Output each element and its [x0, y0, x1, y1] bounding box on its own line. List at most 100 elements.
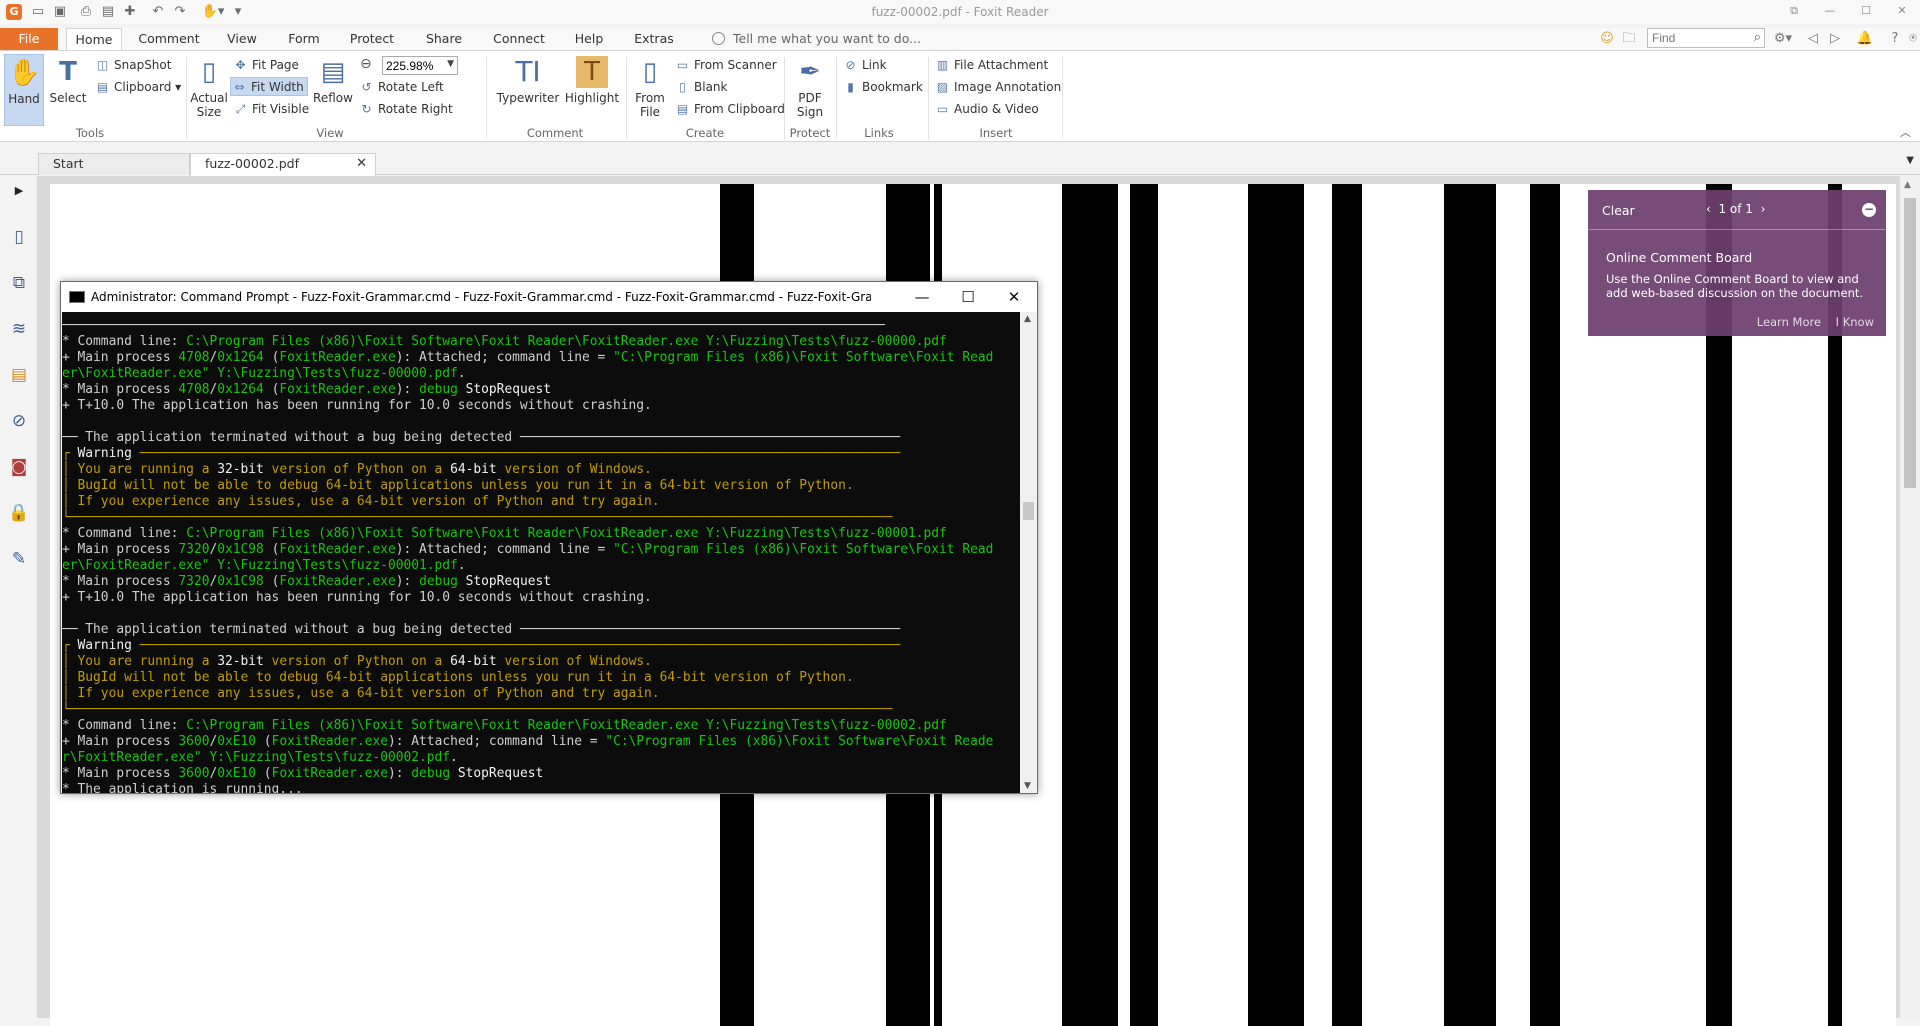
minimize-button[interactable]: — — [1818, 0, 1842, 24]
restore-layout-icon[interactable]: ⧉ — [1782, 0, 1806, 24]
pdf-sign-button[interactable]: ✒ PDF Sign — [788, 54, 832, 126]
settings-icon[interactable]: ⚙▾ — [1772, 30, 1794, 48]
zoom-out-icon[interactable]: ⊖ — [360, 56, 372, 72]
console-text: C:\Program Files (x86)\Foxit Software\Fo… — [186, 334, 947, 349]
page-stripe — [1332, 184, 1362, 1026]
hand-label: Hand — [8, 92, 40, 106]
rotate-left-button[interactable]: ↺ Rotate Left — [358, 78, 443, 97]
scroll-up-icon[interactable]: ▲ — [1904, 180, 1911, 190]
comments-panel-icon[interactable]: ▤ — [8, 364, 30, 386]
i-know-link[interactable]: I Know — [1836, 315, 1874, 329]
console-text: * Main process — [62, 766, 179, 781]
page-stripe — [1062, 184, 1118, 1026]
cmd-scroll-down-icon[interactable]: ▼ — [1024, 781, 1031, 791]
next-page-icon[interactable]: › — [1761, 202, 1766, 216]
find-input[interactable] — [1648, 29, 1744, 47]
tab-protect[interactable]: Protect — [342, 28, 402, 50]
rotate-right-button[interactable]: ↻ Rotate Right — [358, 100, 452, 119]
next-result-icon[interactable]: ▷ — [1826, 30, 1844, 48]
find-folder-icon[interactable]: 🗀 — [1620, 30, 1638, 48]
learn-more-link[interactable]: Learn More — [1757, 315, 1821, 329]
tab-share[interactable]: Share — [416, 28, 472, 50]
signatures-panel-icon[interactable]: ◙ — [8, 456, 30, 478]
smiley-icon[interactable]: ☺ — [1598, 30, 1616, 48]
collapse-ribbon-icon[interactable]: ︿ — [1900, 124, 1911, 140]
minimize-board-icon[interactable]: − — [1862, 203, 1876, 217]
tab-connect[interactable]: Connect — [486, 28, 552, 50]
clear-button[interactable]: Clear — [1602, 203, 1635, 218]
tool-panel-icon[interactable]: ✎ — [8, 548, 30, 570]
fit-visible-button[interactable]: ⤢ Fit Visible — [232, 100, 309, 119]
tab-comment[interactable]: Comment — [134, 28, 204, 50]
attachments-panel-icon[interactable]: ⊘ — [8, 410, 30, 432]
console-line: └───────────────────────────────────────… — [62, 702, 1020, 718]
close-tab-icon[interactable]: ✕ — [356, 154, 367, 174]
bookmark-button[interactable]: ▮ Bookmark — [842, 78, 923, 97]
tab-extras[interactable]: Extras — [626, 28, 682, 50]
zoom-dropdown-icon[interactable]: ▼ — [447, 59, 454, 69]
select-tool-button[interactable]: T Select — [48, 54, 88, 126]
tab-help[interactable]: Help — [564, 28, 614, 50]
bookmark-panel-icon[interactable]: ▯ — [8, 226, 30, 248]
command-prompt-window[interactable]: Administrator: Command Prompt - Fuzz-Fox… — [60, 281, 1038, 794]
actual-size-button[interactable]: ▯ Actual Size — [190, 54, 228, 126]
tab-view[interactable]: View — [214, 28, 270, 50]
notification-bell-icon[interactable]: 🔔▾ — [1854, 30, 1876, 64]
prev-page-icon[interactable]: ‹ — [1706, 202, 1711, 216]
blank-button[interactable]: ▯ Blank — [674, 78, 727, 97]
zoom-input[interactable] — [383, 57, 441, 74]
console-text: 64-bit — [450, 654, 497, 669]
cmd-minimize-button[interactable]: — — [899, 282, 945, 312]
cmd-scroll-up-icon[interactable]: ▲ — [1024, 314, 1031, 324]
from-clipboard-button[interactable]: ▤ From Clipboard — [674, 100, 785, 119]
console-text: FoxitReader.exe — [279, 574, 396, 589]
fit-page-button[interactable]: ✥ Fit Page — [232, 56, 298, 75]
scrollbar-thumb[interactable] — [1904, 198, 1916, 488]
tab-document[interactable]: fuzz-00002.pdf ✕ — [190, 153, 376, 176]
cmd-close-button[interactable]: ✕ — [991, 282, 1037, 312]
tab-list-dropdown-icon[interactable]: ▼ — [1906, 155, 1914, 166]
prev-result-icon[interactable]: ◁ — [1804, 30, 1822, 48]
snapshot-button[interactable]: ◫ SnapShot — [94, 56, 172, 75]
cmd-scrollbar[interactable]: ▲ ▼ — [1020, 312, 1037, 793]
console-text: . — [457, 558, 466, 573]
rotate-left-icon: ↺ — [361, 80, 372, 94]
maximize-button[interactable]: ☐ — [1854, 0, 1878, 24]
pages-panel-icon[interactable]: ⧉ — [8, 272, 30, 294]
search-icon[interactable]: ⌕ — [1754, 30, 1761, 45]
security-panel-icon[interactable]: 🔒 — [8, 502, 30, 524]
file-attachment-button[interactable]: ▥ File Attachment — [934, 56, 1048, 75]
typewriter-button[interactable]: TI Typewriter — [494, 54, 562, 126]
close-window-button[interactable]: ✕ — [1890, 0, 1914, 24]
online-comment-board-popup: Clear ‹ 1 of 1 › − Online Comment Board … — [1588, 190, 1886, 336]
fit-width-button[interactable]: ⇔ Fit Width — [230, 77, 308, 96]
fit-visible-label: Fit Visible — [252, 102, 310, 116]
find-box: ⌕ — [1647, 28, 1765, 48]
tab-home[interactable]: Home — [66, 28, 122, 51]
console-text: ): — [388, 766, 412, 781]
cmd-title-bar[interactable]: Administrator: Command Prompt - Fuzz-Fox… — [61, 282, 1037, 312]
layers-panel-icon[interactable]: ≋ — [8, 318, 30, 340]
link-button[interactable]: ⊘ Link — [842, 56, 886, 75]
tab-start[interactable]: Start — [38, 153, 190, 175]
image-annotation-button[interactable]: ▨ Image Annotation — [934, 78, 1061, 97]
tell-me-search[interactable]: Tell me what you want to do... — [712, 28, 921, 50]
cmd-scrollbar-thumb[interactable] — [1023, 502, 1034, 520]
console-text: ( — [256, 734, 272, 749]
highlight-button[interactable]: T Highlight — [564, 54, 620, 126]
help-icon[interactable]: ? — [1886, 30, 1904, 48]
from-file-button[interactable]: ▯ From File — [630, 54, 670, 126]
audio-video-button[interactable]: ▭ Audio & Video — [934, 100, 1039, 119]
console-output[interactable]: ────────────────────────────────────────… — [62, 312, 1020, 793]
console-text: ┌ — [62, 638, 78, 653]
tab-file[interactable]: File — [0, 28, 58, 50]
user-icon[interactable]: ⍟ — [1904, 30, 1920, 48]
clipboard-button[interactable]: ▤ Clipboard ▾ — [94, 78, 181, 97]
cmd-maximize-button[interactable]: ☐ — [945, 282, 991, 312]
hand-tool-button[interactable]: ✋ Hand — [4, 54, 44, 126]
expand-sidebar-icon[interactable]: ▶ — [8, 180, 30, 202]
from-scanner-button[interactable]: ▭ From Scanner — [674, 56, 777, 75]
reflow-button[interactable]: ▤ Reflow — [312, 54, 354, 126]
tab-form[interactable]: Form — [276, 28, 332, 50]
document-scrollbar[interactable]: ▲ — [1900, 176, 1920, 1018]
